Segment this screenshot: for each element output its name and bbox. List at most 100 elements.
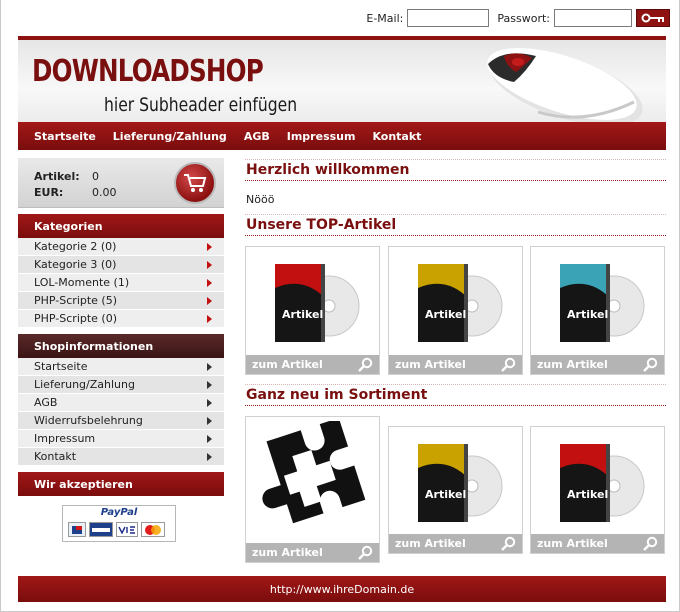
- product-card[interactable]: Artikel zum Artikel: [530, 246, 665, 375]
- cart-box: Artikel: 0 EUR: 0.00: [18, 158, 224, 208]
- nav-kontakt[interactable]: Kontakt: [372, 130, 421, 143]
- chevron-right-icon: [207, 416, 212, 425]
- shopinfo-item[interactable]: Startseite: [18, 358, 224, 376]
- product-box-label: Artikel: [425, 487, 467, 501]
- magnifier-icon: [358, 545, 373, 560]
- magnifier-icon: [358, 357, 373, 372]
- cart-eur-label: EUR:: [34, 186, 64, 199]
- shopinfo-list: Startseite Lieferung/Zahlung AGB Widerru…: [18, 358, 224, 466]
- category-label: Kategorie 3 (0): [34, 258, 117, 271]
- product-box-label: Artikel: [567, 308, 609, 321]
- shopinfo-label: AGB: [34, 396, 58, 409]
- cart-button[interactable]: [174, 162, 216, 204]
- main-nav: Startseite Lieferung/Zahlung AGB Impress…: [18, 122, 666, 150]
- mouse-icon: [487, 48, 643, 122]
- zum-artikel-button[interactable]: zum Artikel: [246, 355, 379, 374]
- zum-artikel-label: zum Artikel: [252, 546, 323, 559]
- subheader: hier Subheader einfügen: [104, 94, 298, 116]
- magnifier-icon: [643, 536, 658, 551]
- cart-eur: EUR: 0.00: [34, 186, 117, 199]
- category-item[interactable]: PHP-Scripte (5): [18, 292, 224, 310]
- product-box-label: Artikel: [282, 308, 324, 321]
- nav-impressum[interactable]: Impressum: [287, 130, 356, 143]
- password-field[interactable]: [554, 9, 632, 27]
- footer: http://www.ihreDomain.de: [18, 576, 666, 602]
- shopinfo-item[interactable]: Lieferung/Zahlung: [18, 376, 224, 394]
- product-box-image: [559, 264, 644, 342]
- category-item[interactable]: LOL-Momente (1): [18, 274, 224, 292]
- payment-cards: [68, 522, 165, 537]
- categories-heading: Kategorien: [18, 214, 224, 238]
- category-item[interactable]: PHP-Scripte (0): [18, 310, 224, 328]
- product-image[interactable]: Artikel: [246, 247, 379, 357]
- paypal-logo: PayPal: [62, 505, 176, 542]
- shopinfo-label: Lieferung/Zahlung: [34, 378, 135, 391]
- email-field[interactable]: [407, 9, 490, 27]
- magnifier-icon: [643, 357, 658, 372]
- chevron-right-icon: [207, 434, 212, 443]
- product-card[interactable]: zum Artikel: [245, 416, 380, 563]
- giropay-card-icon: [89, 522, 113, 537]
- product-card[interactable]: Artikel zum Artikel: [245, 246, 380, 375]
- chevron-right-icon: [207, 242, 212, 251]
- footer-url[interactable]: http://www.ihreDomain.de: [270, 583, 414, 596]
- chevron-right-icon: [207, 278, 212, 287]
- zum-artikel-button[interactable]: zum Artikel: [531, 355, 664, 374]
- magnifier-icon: [501, 357, 516, 372]
- categories-list: Kategorie 2 (0) Kategorie 3 (0) LOL-Mome…: [18, 238, 224, 328]
- shopinfo-item[interactable]: Impressum: [18, 430, 224, 448]
- puzzle-icon: [261, 421, 365, 524]
- nav-agb[interactable]: AGB: [244, 130, 270, 143]
- nav-startseite[interactable]: Startseite: [34, 130, 96, 143]
- category-item[interactable]: Kategorie 2 (0): [18, 238, 224, 256]
- category-label: PHP-Scripte (0): [34, 312, 118, 325]
- zum-artikel-label: zum Artikel: [537, 358, 608, 371]
- ec-card-icon: [68, 522, 86, 537]
- cart-articles-label: Artikel:: [34, 170, 80, 183]
- password-label: Passwort:: [497, 11, 550, 25]
- product-image[interactable]: [246, 417, 379, 545]
- zum-artikel-button[interactable]: zum Artikel: [531, 534, 664, 553]
- header-banner: DOWNLOADSHOP hier Subheader einfügen: [18, 36, 666, 122]
- shopinfo-item[interactable]: Kontakt: [18, 448, 224, 466]
- visa-card-icon: [116, 522, 138, 537]
- category-label: PHP-Scripte (5): [34, 294, 118, 307]
- product-image[interactable]: Artikel: [531, 427, 664, 536]
- new-articles-heading: Ganz neu im Sortiment: [245, 384, 666, 406]
- zum-artikel-button[interactable]: zum Artikel: [389, 534, 522, 553]
- cart-articles-value: 0: [92, 170, 99, 183]
- login-button[interactable]: [636, 9, 670, 27]
- shopinfo-item[interactable]: Widerrufsbelehrung: [18, 412, 224, 430]
- chevron-right-icon: [207, 452, 212, 461]
- payment-heading: Wir akzeptieren: [18, 472, 224, 496]
- product-image[interactable]: Artikel: [531, 247, 664, 357]
- email-label: E-Mail:: [366, 11, 404, 25]
- cart-articles: Artikel: 0: [34, 170, 99, 183]
- login-bar: E-Mail: Passwort:: [362, 8, 670, 28]
- shopping-cart-icon: [184, 174, 207, 192]
- product-card[interactable]: Artikel zum Artikel: [388, 426, 523, 554]
- logo[interactable]: DOWNLOADSHOP: [32, 56, 264, 88]
- paypal-label: PayPal: [100, 507, 138, 518]
- mastercard-icon: [141, 522, 165, 537]
- zum-artikel-button[interactable]: zum Artikel: [389, 355, 522, 374]
- product-card[interactable]: Artikel zum Artikel: [530, 426, 665, 554]
- chevron-right-icon: [207, 260, 212, 269]
- shopinfo-label: Kontakt: [34, 450, 77, 463]
- nav-lieferung[interactable]: Lieferung/Zahlung: [113, 130, 227, 143]
- shopinfo-item[interactable]: AGB: [18, 394, 224, 412]
- zum-artikel-button[interactable]: zum Artikel: [246, 543, 379, 562]
- chevron-right-icon: [207, 380, 212, 389]
- category-item[interactable]: Kategorie 3 (0): [18, 256, 224, 274]
- product-box-label: Artikel: [425, 308, 467, 321]
- product-box-image: [417, 443, 502, 522]
- category-label: Kategorie 2 (0): [34, 240, 117, 253]
- product-image[interactable]: Artikel: [389, 247, 522, 357]
- product-card[interactable]: Artikel zum Artikel: [388, 246, 523, 375]
- product-box-label: Artikel: [567, 487, 609, 501]
- product-box-image: [559, 443, 644, 522]
- chevron-right-icon: [207, 314, 212, 323]
- product-image[interactable]: Artikel: [389, 427, 522, 536]
- welcome-text: Nööö: [246, 193, 275, 206]
- zum-artikel-label: zum Artikel: [252, 358, 323, 371]
